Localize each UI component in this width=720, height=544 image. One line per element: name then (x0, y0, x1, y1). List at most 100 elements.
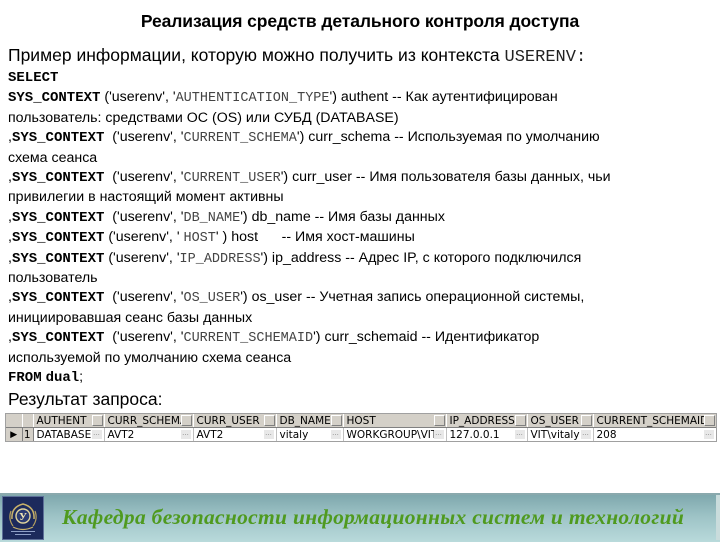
cell-value: VIT\vitaly (530, 428, 580, 441)
column-header[interactable]: CURRENT_SCHEMAID (593, 414, 717, 428)
column-header-button[interactable] (330, 415, 342, 426)
footer-banner: У Кафедра безопасности информационных си… (0, 493, 720, 542)
comment-continuation: инициировавшая сеанс базы данных (8, 309, 253, 326)
column-header[interactable]: HOST (343, 414, 447, 428)
cell-value: DATABASE (36, 428, 92, 441)
column-header-button[interactable] (433, 415, 445, 426)
column-header-button[interactable] (180, 415, 192, 426)
function-args-close: ') (329, 89, 341, 106)
cell-ellipsis-button[interactable]: ... (180, 430, 191, 439)
table-cell[interactable]: DATABASE... (33, 427, 105, 442)
column-header-button[interactable] (580, 415, 592, 426)
column-header-button[interactable] (263, 415, 275, 426)
function-name: SYS_CONTEXT (11, 209, 105, 226)
column-header[interactable]: CURR_USER (193, 414, 277, 428)
sys-context-line: ,SYS_CONTEXT ('userenv', 'DB_NAME') db_n… (8, 208, 713, 228)
sys-context-entries: SYS_CONTEXT ('userenv', 'AUTHENTICATION_… (8, 88, 713, 368)
sys-context-line: SYS_CONTEXT ('userenv', 'AUTHENTICATION_… (8, 88, 713, 108)
function-name: SYS_CONTEXT (11, 130, 105, 147)
cell-ellipsis-button[interactable]: ... (433, 430, 444, 439)
cell-ellipsis-button[interactable]: ... (330, 430, 341, 439)
cell-ellipsis-button[interactable]: ... (514, 430, 525, 439)
function-args-open: ('userenv', ' (100, 89, 176, 106)
sys-context-line: ,SYS_CONTEXT ('userenv', 'IP_ADDRESS') i… (8, 249, 713, 269)
column-header-label: CURRENT_SCHEMAID (596, 414, 709, 427)
column-header-label: HOST (346, 414, 376, 427)
column-header[interactable]: CURR_SCHEMA (104, 414, 194, 428)
table-cell[interactable]: WORKGROUP\VIT... (343, 427, 447, 442)
from-keyword: FROM (8, 370, 42, 387)
column-header-label: AUTHENT (36, 414, 87, 427)
function-args-open: ('userenv', ' (104, 169, 184, 186)
function-args-close: ') (296, 129, 309, 146)
department-name: Кафедра безопасности информационных сист… (62, 505, 685, 529)
context-parameter: AUTHENTICATION_TYPE (175, 91, 330, 107)
university-crest-icon: У (9, 503, 37, 535)
function-args-open: ('userenv', ' (104, 129, 184, 146)
grid-corner (6, 414, 23, 428)
column-header-button[interactable] (703, 415, 715, 426)
column-header[interactable]: DB_NAME (276, 414, 344, 428)
column-header-label: OS_USER (530, 414, 579, 427)
function-name: SYS_CONTEXT (11, 250, 105, 267)
grid-header-row: AUTHENT CURR_SCHEMA CURR_USER DB_NAME HOST IP… (6, 414, 717, 428)
context-parameter: CURRENT_SCHEMA (183, 131, 297, 147)
cell-ellipsis-button[interactable]: ... (703, 430, 714, 439)
column-header-button[interactable] (514, 415, 526, 426)
column-header-label: DB_NAME (279, 414, 331, 427)
table-row[interactable]: ▶ 1 DATABASE... AVT2... AVT2... vitaly... WORK… (6, 427, 717, 442)
cell-ellipsis-button[interactable]: ... (263, 430, 274, 439)
function-args-close: ' ) (215, 229, 232, 246)
cell-value: AVT2 (196, 428, 224, 441)
footer-edge (716, 495, 720, 540)
column-alias-comment: authent -- Как аутентифицирован (340, 89, 558, 106)
function-args-open: ('userenv', ' (104, 289, 184, 306)
grid-corner-num (22, 414, 34, 428)
from-table: dual (45, 370, 80, 387)
function-args-close: ') (313, 329, 325, 346)
column-header[interactable]: OS_USER (527, 414, 594, 428)
column-header-button[interactable] (91, 415, 103, 426)
table-cell[interactable]: AVT2... (104, 427, 194, 442)
function-args-open: ('userenv', ' (104, 208, 184, 225)
slide-title: Реализация средств детального контроля д… (140, 11, 580, 31)
table-cell[interactable]: 208... (593, 427, 717, 442)
context-parameter: OS_USER (183, 291, 241, 307)
cell-ellipsis-button[interactable]: ... (91, 430, 102, 439)
table-cell[interactable]: vitaly... (276, 427, 344, 442)
column-header[interactable]: AUTHENT (33, 414, 105, 428)
context-parameter: HOST (183, 231, 216, 247)
row-number: 1 (22, 427, 34, 442)
context-parameter: DB_NAME (183, 210, 241, 226)
function-name: SYS_CONTEXT (11, 170, 105, 187)
column-alias-comment: db_name -- Имя базы данных (251, 208, 445, 225)
function-args-close: ') (260, 249, 272, 266)
function-name: SYS_CONTEXT (11, 330, 105, 347)
function-args-open: ('userenv', ' (104, 229, 184, 246)
cell-value: WORKGROUP\VIT (346, 428, 438, 441)
sys-context-line: ,SYS_CONTEXT ('userenv', 'CURRENT_USER')… (8, 168, 713, 188)
row-indicator-icon: ▶ (6, 427, 23, 442)
column-header[interactable]: IP_ADDRESS (446, 414, 528, 428)
table-cell[interactable]: AVT2... (193, 427, 277, 442)
table-cell[interactable]: VIT\vitaly... (527, 427, 594, 442)
column-header-label: CURR_USER (196, 414, 260, 427)
from-line: FROM dual; (8, 368, 713, 388)
comment-continuation: используемой по умолчанию схема сеанса (8, 349, 292, 366)
function-args-close: ') (240, 208, 252, 225)
intro-line: Пример информации, которую можно получит… (8, 45, 586, 67)
cell-value: 127.0.0.1 (449, 428, 500, 441)
comment-continuation: привилегии в настоящий момент активны (8, 189, 284, 206)
table-cell[interactable]: 127.0.0.1... (446, 427, 528, 442)
comment-continuation: пользователь (8, 270, 98, 287)
result-grid[interactable]: AUTHENT CURR_SCHEMA CURR_USER DB_NAME HOST IP… (6, 414, 717, 442)
grid-body: ▶ 1 DATABASE... AVT2... AVT2... vitaly... WORK… (6, 427, 717, 442)
sys-context-line: ,SYS_CONTEXT ('userenv', 'CURRENT_SCHEMA… (8, 128, 713, 148)
cell-ellipsis-button[interactable]: ... (580, 430, 591, 439)
select-keyword: SELECT (8, 70, 59, 86)
column-alias-comment: curr_schemaid -- Идентификатор (324, 329, 540, 346)
column-alias-comment: os_user -- Учетная запись операционной с… (251, 289, 585, 306)
function-args-open: ('userenv', ' (104, 249, 180, 266)
sql-code-block: SELECT SYS_CONTEXT ('userenv', 'AUTHENTI… (8, 68, 713, 389)
context-parameter: CURRENT_SCHEMAID (183, 331, 314, 347)
